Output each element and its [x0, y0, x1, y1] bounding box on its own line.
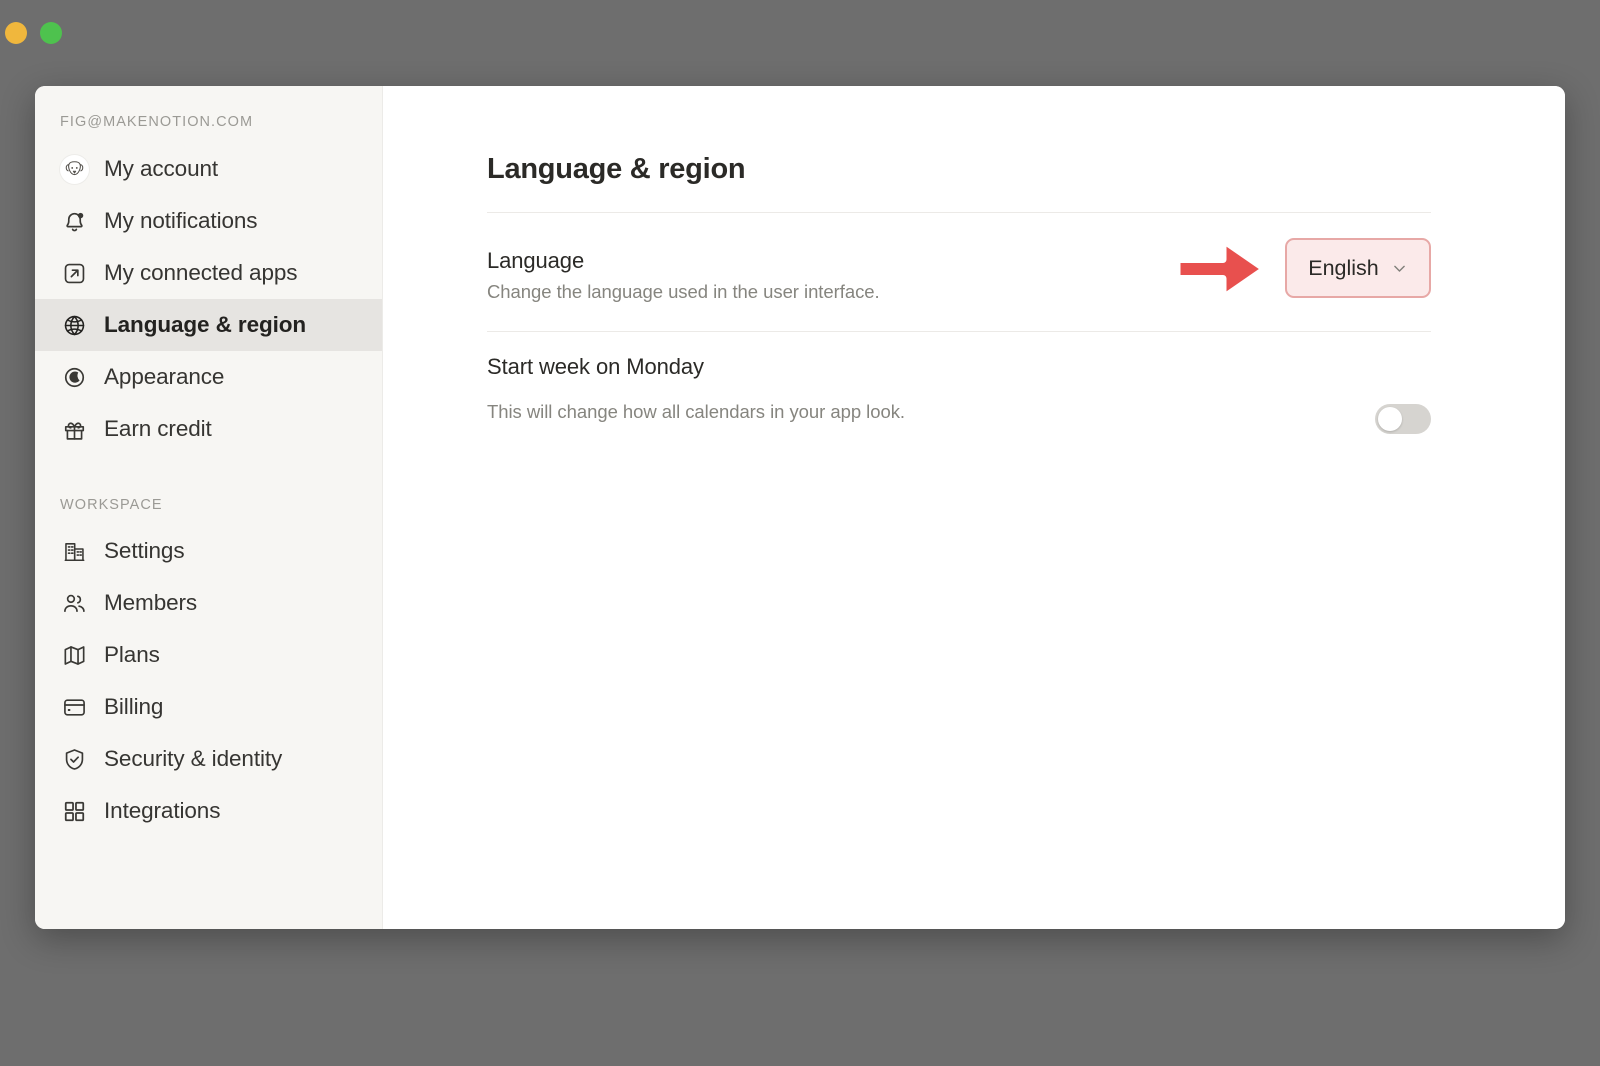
- sidebar-item-settings[interactable]: Settings: [35, 525, 382, 577]
- sidebar-personal-group: My account My notifications My connected…: [35, 143, 382, 455]
- section-divider: [487, 331, 1431, 332]
- sidebar-item-label: Appearance: [104, 364, 225, 389]
- moon-icon: [60, 363, 89, 392]
- grid-icon: [60, 797, 89, 826]
- sidebar-item-label: Plans: [104, 642, 160, 667]
- arrow-right-annotation-icon: [1173, 232, 1269, 306]
- sidebar-item-label: Settings: [104, 538, 185, 563]
- globe-icon: [60, 311, 89, 340]
- credit-card-icon: [60, 693, 89, 722]
- sidebar-item-label: Members: [104, 590, 198, 615]
- sidebar-item-label: Language & region: [104, 312, 307, 337]
- start-week-toggle[interactable]: [1375, 404, 1431, 434]
- sidebar-item-my-account[interactable]: My account: [35, 143, 382, 195]
- sidebar-item-integrations[interactable]: Integrations: [35, 785, 382, 837]
- settings-window: FIG@MAKENOTION.COM My account My notific…: [35, 86, 1565, 929]
- desktop-backdrop: FIG@MAKENOTION.COM My account My notific…: [0, 0, 1600, 1066]
- start-week-row-title: Start week on Monday: [487, 354, 704, 379]
- sidebar-item-label: My connected apps: [104, 260, 298, 285]
- external-link-icon: [60, 259, 89, 288]
- sidebar-item-security-identity[interactable]: Security & identity: [35, 733, 382, 785]
- sidebar-item-members[interactable]: Members: [35, 577, 382, 629]
- sidebar-item-label: My account: [104, 156, 219, 181]
- section-divider: [487, 212, 1431, 213]
- page-title: Language & region: [487, 153, 746, 185]
- sidebar-workspace-group: Settings Members Plans Billing Security …: [35, 525, 382, 837]
- map-icon: [60, 641, 89, 670]
- bell-icon: [60, 207, 89, 236]
- language-row-description: Change the language used in the user int…: [487, 281, 880, 302]
- language-dropdown-value: English: [1308, 255, 1379, 280]
- sidebar-item-my-connected-apps[interactable]: My connected apps: [35, 247, 382, 299]
- sidebar-item-label: Earn credit: [104, 416, 212, 441]
- sidebar-item-plans[interactable]: Plans: [35, 629, 382, 681]
- toggle-knob: [1378, 407, 1402, 431]
- settings-main-panel: Language & region Language Change the la…: [383, 86, 1565, 929]
- sidebar-item-my-notifications[interactable]: My notifications: [35, 195, 382, 247]
- minimize-button[interactable]: [5, 22, 27, 44]
- sidebar-item-label: Billing: [104, 694, 164, 719]
- sidebar-item-label: Integrations: [104, 798, 221, 823]
- sidebar-item-appearance[interactable]: Appearance: [35, 351, 382, 403]
- sidebar-item-earn-credit[interactable]: Earn credit: [35, 403, 382, 455]
- building-icon: [60, 537, 89, 566]
- account-email-label: FIG@MAKENOTION.COM: [60, 114, 254, 130]
- maximize-button[interactable]: [40, 22, 62, 44]
- avatar-icon: [60, 154, 89, 184]
- start-week-row-description: This will change how all calendars in yo…: [487, 401, 905, 422]
- gift-icon: [60, 415, 89, 444]
- sidebar-item-language-region[interactable]: Language & region: [35, 299, 382, 351]
- settings-sidebar: FIG@MAKENOTION.COM My account My notific…: [35, 86, 383, 929]
- language-dropdown-button[interactable]: English: [1285, 238, 1431, 298]
- window-traffic-lights: [5, 22, 62, 44]
- sidebar-item-billing[interactable]: Billing: [35, 681, 382, 733]
- sidebar-workspace-label: WORKSPACE: [60, 497, 163, 513]
- chevron-down-icon: [1391, 260, 1408, 277]
- language-row-title: Language: [487, 248, 585, 273]
- shield-check-icon: [60, 745, 89, 774]
- people-icon: [60, 589, 89, 618]
- sidebar-item-label: Security & identity: [104, 746, 283, 771]
- sidebar-item-label: My notifications: [104, 208, 258, 233]
